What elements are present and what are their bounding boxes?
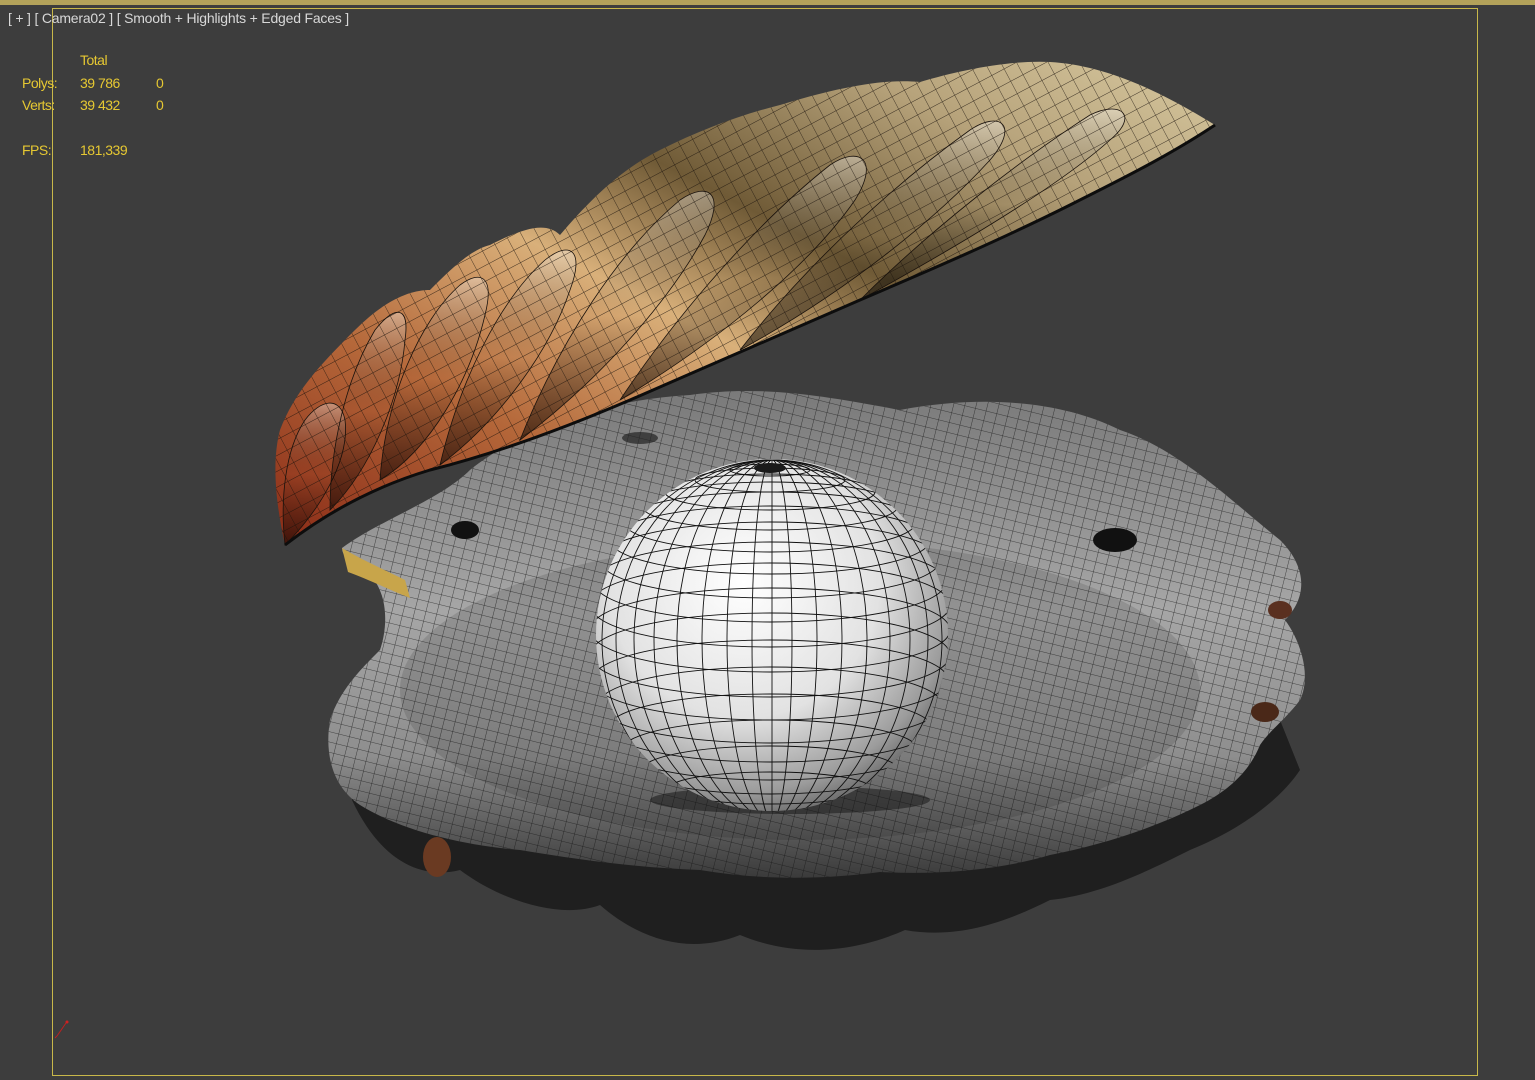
stats-fps-value: 181,339 [80, 142, 128, 158]
stats-fps-label: FPS: [22, 142, 52, 158]
stats-verts-label: Verts: [22, 97, 55, 113]
stats-verts-selected: 0 [156, 97, 164, 113]
stats-verts-value: 39 432 [80, 97, 120, 113]
shell-hole-right [1093, 528, 1137, 552]
viewport-camera-menu[interactable]: [ Camera02 ] [34, 10, 113, 26]
shell-hole-left [451, 521, 479, 539]
stats-header: Total [80, 52, 108, 68]
scene-render[interactable] [0, 0, 1535, 1080]
pearl-pole [754, 463, 786, 473]
stats-polys-value: 39 786 [80, 75, 120, 91]
stats-polys-selected: 0 [156, 75, 164, 91]
axis-tripod-icon [54, 1020, 69, 1039]
viewport-menu-plus[interactable]: [ + ] [8, 10, 31, 26]
viewport-label: [ + ] [ Camera02 ] [ Smooth + Highlights… [8, 10, 349, 26]
viewport-shading-menu[interactable]: [ Smooth + Highlights + Edged Faces ] [117, 10, 349, 26]
viewport-camera02[interactable]: [ + ] [ Camera02 ] [ Smooth + Highlights… [0, 0, 1535, 1080]
stats-polys-label: Polys: [22, 75, 58, 91]
